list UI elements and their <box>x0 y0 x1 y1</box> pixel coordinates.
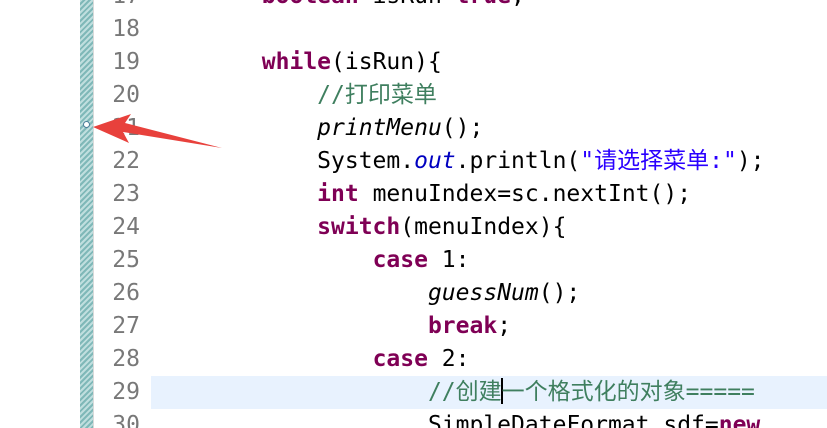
arrow-shape <box>93 114 222 148</box>
red-arrow-pointer-icon <box>93 114 222 148</box>
code-editor[interactable]: 17 boolean isRun=true;1819 while(isRun){… <box>0 0 827 428</box>
